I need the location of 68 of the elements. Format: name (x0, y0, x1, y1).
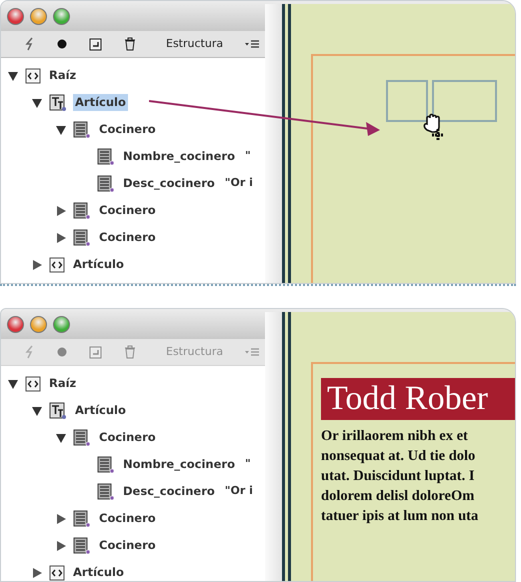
trash-icon[interactable] (124, 37, 136, 51)
collapse-triangle-icon[interactable] (32, 98, 42, 108)
zoom-button[interactable] (53, 8, 70, 24)
tree-item-label[interactable]: Desc_cocinero (121, 482, 217, 500)
article-heading: Todd Rober (321, 378, 515, 420)
tree-item-label[interactable]: Cocinero (97, 428, 158, 446)
zoom-button[interactable] (53, 316, 70, 332)
collapse-triangle-icon[interactable] (32, 406, 42, 416)
expand-triangle-icon[interactable] (32, 568, 42, 578)
collapse-triangle-icon[interactable] (56, 124, 66, 134)
panel-title: Estructura (166, 344, 224, 360)
panel-menu-icon[interactable] (245, 39, 260, 49)
tag-icon (25, 68, 41, 84)
text-story-icon (49, 94, 67, 112)
circle-icon[interactable] (57, 39, 67, 49)
tree-item-label[interactable]: Nombre_cocinero (121, 148, 237, 166)
collapse-triangle-icon[interactable] (8, 70, 18, 80)
text-story-icon (49, 402, 67, 420)
minimize-button[interactable] (30, 316, 47, 332)
tree-item-label[interactable]: Artículo (71, 256, 126, 274)
tree-item-label[interactable]: Raíz (47, 66, 78, 84)
element-icon (73, 536, 91, 554)
collapse-triangle-icon[interactable] (8, 378, 18, 388)
close-button[interactable] (7, 316, 24, 332)
element-value: "Or i (224, 483, 253, 500)
body-text-line: nonsequat at. Ud tie dolo (321, 447, 476, 466)
tree-item-label[interactable]: Cocinero (97, 510, 158, 528)
body-text-line: utat. Duiscidunt luptat. I (321, 467, 476, 486)
panel-title: Estructura (166, 36, 224, 52)
tree-item-label[interactable]: Artículo (73, 94, 128, 112)
element-icon (97, 174, 115, 192)
expand-triangle-icon[interactable] (56, 540, 66, 550)
element-icon (97, 148, 115, 166)
element-icon (73, 120, 91, 138)
tree-item-label[interactable]: Cocinero (97, 228, 158, 246)
tree-item-label[interactable]: Artículo (73, 402, 128, 420)
element-value: " (245, 148, 251, 164)
expand-triangle-icon[interactable] (32, 260, 42, 270)
tree-item-label[interactable]: Raíz (47, 374, 78, 392)
element-value: "Or i (224, 175, 253, 192)
expand-triangle-icon[interactable] (56, 232, 66, 242)
expand-triangle-icon[interactable] (56, 514, 66, 524)
element-icon (97, 482, 115, 500)
minimize-button[interactable] (30, 8, 47, 24)
tag-icon (49, 256, 65, 272)
tree-item-label[interactable]: Cocinero (97, 202, 158, 220)
collapse-triangle-icon[interactable] (56, 432, 66, 442)
body-text-line: tatuer ipis at lum non uta (321, 507, 480, 526)
element-icon (73, 202, 91, 220)
empty-frame (432, 80, 497, 122)
tree-item-label[interactable]: Cocinero (97, 120, 158, 138)
tree-item-label[interactable]: Cocinero (97, 536, 158, 554)
lightning-icon[interactable] (25, 37, 35, 51)
expand-triangle-icon[interactable] (56, 206, 66, 216)
tag-icon (25, 376, 41, 392)
element-icon (97, 456, 115, 474)
empty-frame (386, 80, 428, 122)
tree-item-label[interactable]: Desc_cocinero (121, 174, 217, 192)
frame-icon[interactable] (89, 38, 102, 50)
tree-item-label[interactable]: Nombre_cocinero (121, 456, 237, 474)
element-value: " (245, 456, 251, 472)
body-text-line: Or irillaorem nibh ex et (321, 427, 469, 446)
body-text-line: dolorem delisl doloreOm (321, 487, 476, 506)
tree-item-label[interactable]: Artículo (71, 564, 126, 581)
element-icon (73, 510, 91, 528)
element-icon (73, 428, 91, 446)
element-icon (73, 228, 91, 246)
close-button[interactable] (7, 8, 24, 24)
